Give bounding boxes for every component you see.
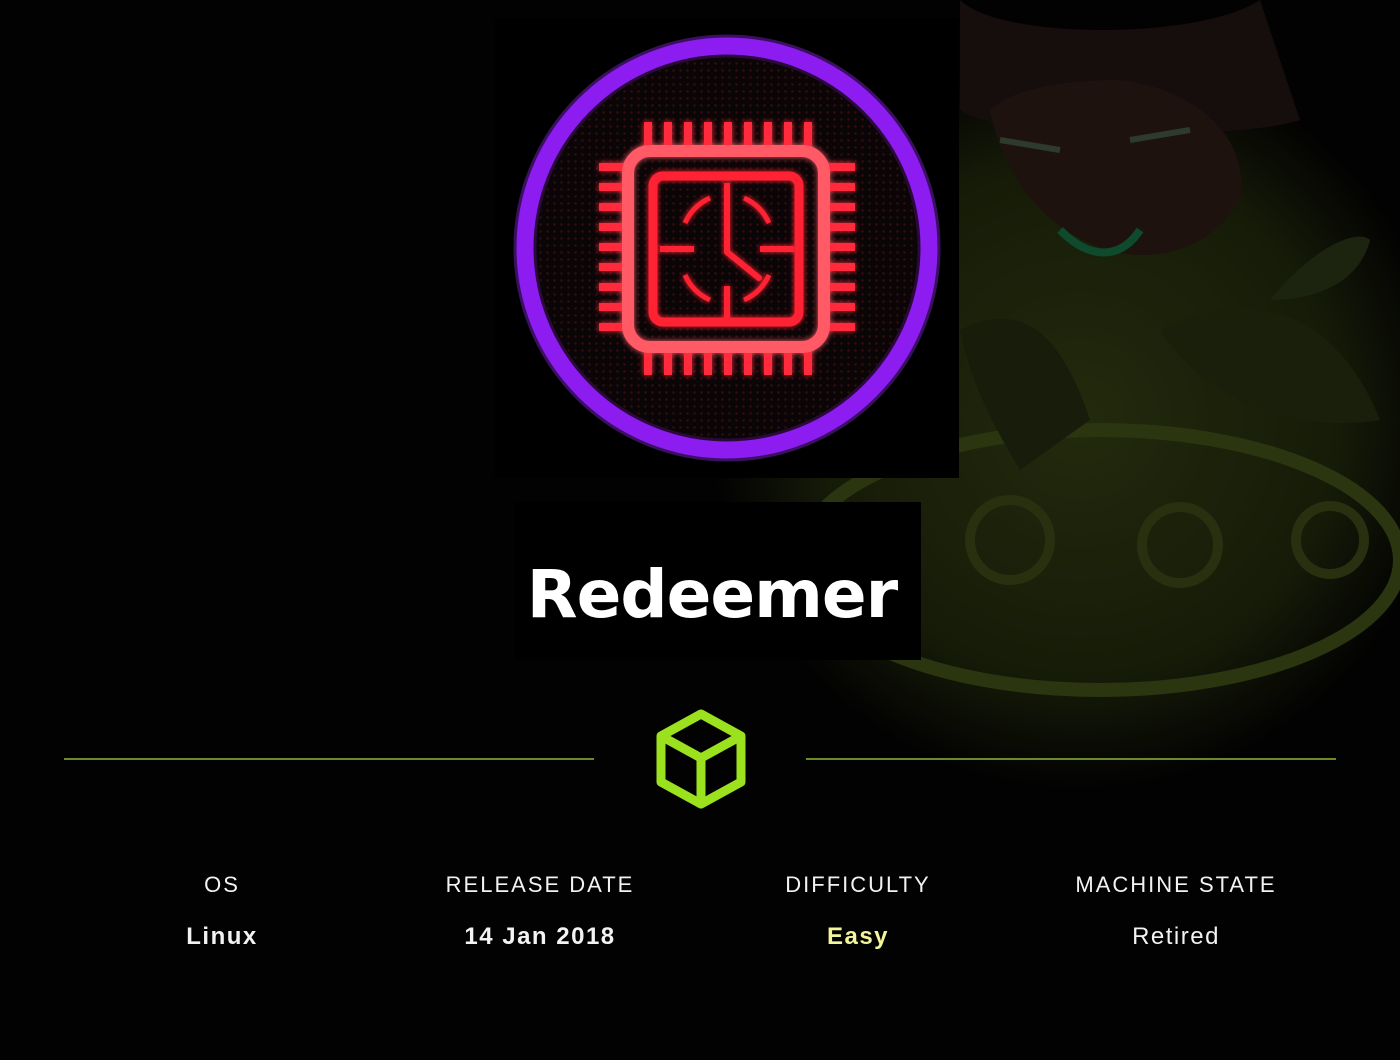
stat-os: OS Linux xyxy=(63,870,381,952)
stat-value: Retired xyxy=(1132,923,1220,950)
stat-value: 14 Jan 2018 xyxy=(464,923,616,950)
stat-label: DIFFICULTY xyxy=(785,872,931,897)
stat-difficulty: DIFFICULTY Easy xyxy=(699,870,1017,952)
cpu-clock-icon xyxy=(513,34,941,462)
cube-icon xyxy=(656,709,746,809)
stat-label: RELEASE DATE xyxy=(445,872,635,897)
stat-label: MACHINE STATE xyxy=(1075,872,1277,897)
divider-right xyxy=(806,758,1336,760)
stat-label: OS xyxy=(204,872,240,897)
stat-release-date: RELEASE DATE 14 Jan 2018 xyxy=(381,870,699,952)
stat-value: Linux xyxy=(186,923,258,950)
machine-avatar-panel xyxy=(495,18,959,478)
machine-title-panel: Redeemer xyxy=(515,502,921,660)
stat-machine-state: MACHINE STATE Retired xyxy=(1017,870,1335,952)
divider-left xyxy=(64,758,594,760)
machine-name: Redeemer xyxy=(526,556,898,633)
difficulty-value: Easy xyxy=(826,923,890,950)
